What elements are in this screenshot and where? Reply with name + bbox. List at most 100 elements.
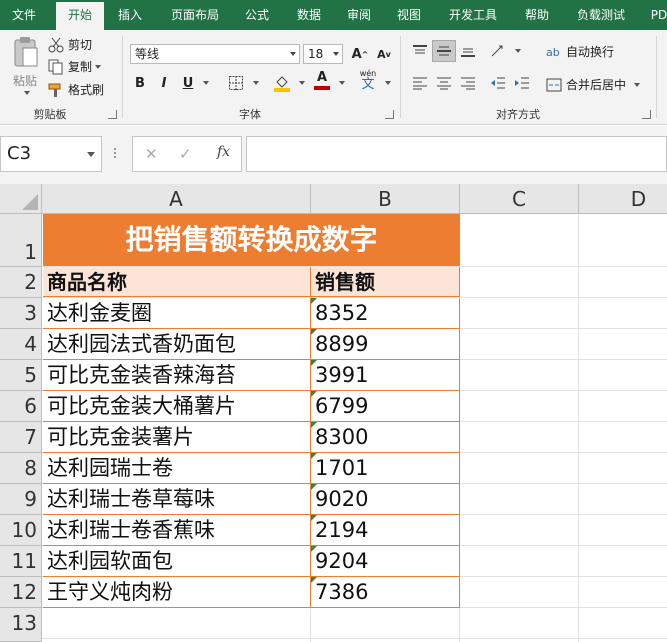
borders-button[interactable] <box>224 72 248 94</box>
chevron-down-icon[interactable] <box>385 81 391 85</box>
insert-function-icon[interactable]: fx <box>217 144 230 160</box>
chevron-down-icon[interactable] <box>95 64 102 69</box>
decrease-font-button[interactable]: Av <box>372 43 396 65</box>
row-header-5[interactable]: 5 <box>0 360 42 391</box>
row-header-3[interactable]: 3 <box>0 298 42 329</box>
phonetic-button[interactable]: wén 文 <box>356 68 380 91</box>
formula-bar-grip-icon[interactable] <box>114 146 118 162</box>
column-header-a[interactable]: A <box>42 184 311 214</box>
cell-name[interactable]: 达利园瑞士卷 <box>43 453 311 484</box>
tab-developer[interactable]: 开发工具 <box>440 0 506 30</box>
italic-button[interactable]: I <box>152 72 176 94</box>
row-header-12[interactable]: 12 <box>0 577 42 608</box>
cell-sales[interactable]: 2194 <box>311 515 460 546</box>
merge-center-label: 合并后居中 <box>566 78 627 92</box>
align-center-button[interactable] <box>432 72 456 94</box>
chevron-down-icon[interactable] <box>253 81 259 85</box>
row-header-2[interactable]: 2 <box>0 267 42 298</box>
merge-center-button[interactable]: 合并后居中 <box>546 76 641 93</box>
cell-name[interactable]: 达利瑞士卷香蕉味 <box>43 515 311 546</box>
tab-data[interactable]: 数据 <box>288 0 330 30</box>
cell-sales[interactable]: 8899 <box>311 329 460 360</box>
row-header-11[interactable]: 11 <box>0 546 42 577</box>
cell-sales[interactable]: 9204 <box>311 546 460 577</box>
row-header-1[interactable]: 1 <box>0 214 42 267</box>
align-top-button[interactable] <box>408 40 432 62</box>
font-size-select[interactable]: 18 <box>303 44 343 64</box>
cancel-icon[interactable]: ✕ <box>145 145 158 163</box>
copy-button[interactable]: 复制 <box>48 58 102 75</box>
select-all-button[interactable] <box>0 184 42 214</box>
row-header-4[interactable]: 4 <box>0 329 42 360</box>
align-middle-button[interactable] <box>432 40 456 62</box>
cell-name[interactable]: 可比克金装大桶薯片 <box>43 391 311 422</box>
column-header-b[interactable]: B <box>311 184 460 214</box>
clipboard-launcher-icon[interactable] <box>108 110 117 119</box>
tab-help[interactable]: 帮助 <box>516 0 558 30</box>
cell-name[interactable]: 达利金麦圈 <box>43 298 311 329</box>
fill-color-button[interactable] <box>270 72 294 94</box>
wrap-text-button[interactable]: ab 自动换行 <box>546 43 614 60</box>
cell-sales[interactable]: 6799 <box>311 391 460 422</box>
font-color-button[interactable]: A <box>310 70 334 92</box>
row-header-9[interactable]: 9 <box>0 484 42 515</box>
cell-sales[interactable]: 7386 <box>311 577 460 608</box>
row-header-6[interactable]: 6 <box>0 391 42 422</box>
row-header-7[interactable]: 7 <box>0 422 42 453</box>
cell-name[interactable]: 达利瑞士卷草莓味 <box>43 484 311 515</box>
sheet-title-cell[interactable]: 把销售额转换成数字 <box>43 214 460 266</box>
chevron-down-icon[interactable] <box>339 81 345 85</box>
decrease-indent-button[interactable] <box>486 72 510 94</box>
font-name-select[interactable]: 等线 <box>130 44 300 64</box>
cell-sales[interactable]: 8352 <box>311 298 460 329</box>
orientation-button[interactable] <box>486 40 510 62</box>
row-header-13[interactable]: 13 <box>0 608 42 642</box>
formula-input[interactable] <box>246 136 667 172</box>
increase-indent-button[interactable] <box>510 72 534 94</box>
tab-home[interactable]: 开始 <box>56 0 104 30</box>
header-cell-sales[interactable]: 销售额 <box>311 267 460 297</box>
name-box[interactable]: C3 <box>0 136 102 172</box>
align-bottom-button[interactable] <box>456 40 480 62</box>
chevron-down-icon[interactable] <box>203 81 209 85</box>
chevron-down-icon <box>290 52 296 56</box>
tab-review[interactable]: 审阅 <box>338 0 380 30</box>
chevron-down-icon[interactable] <box>299 81 305 85</box>
cell-sales[interactable]: 1701 <box>311 453 460 484</box>
cell-name[interactable]: 可比克金装薯片 <box>43 422 311 453</box>
alignment-launcher-icon[interactable] <box>642 110 651 119</box>
cell-sales[interactable]: 3991 <box>311 360 460 391</box>
header-cell-name[interactable]: 商品名称 <box>43 267 311 297</box>
font-group-label: 字体 <box>239 108 261 121</box>
chevron-down-icon[interactable] <box>515 49 521 53</box>
column-header-d[interactable]: D <box>579 184 667 214</box>
paste-button[interactable]: 粘贴 <box>8 36 42 95</box>
cell-name[interactable]: 达利园软面包 <box>43 546 311 577</box>
cell-name[interactable]: 可比克金装香辣海苔 <box>43 360 311 391</box>
tab-file[interactable]: 文件 <box>0 0 48 30</box>
row-header-10[interactable]: 10 <box>0 515 42 546</box>
tab-formulas[interactable]: 公式 <box>236 0 278 30</box>
chevron-down-icon[interactable] <box>23 91 30 95</box>
underline-button[interactable]: U <box>176 72 200 94</box>
tab-load-test[interactable]: 负载测试 <box>568 0 634 30</box>
cell-sales[interactable]: 9020 <box>311 484 460 515</box>
tab-pdf[interactable]: PD <box>644 0 667 30</box>
format-painter-button[interactable]: 格式刷 <box>48 81 104 98</box>
cell-name[interactable]: 王守义炖肉粉 <box>43 577 311 608</box>
cell-sales[interactable]: 8300 <box>311 422 460 453</box>
row-header-8[interactable]: 8 <box>0 453 42 484</box>
font-launcher-icon[interactable] <box>385 110 394 119</box>
increase-font-button[interactable]: A ^ <box>348 43 372 65</box>
align-left-button[interactable] <box>408 72 432 94</box>
bold-button[interactable]: B <box>128 72 152 94</box>
chevron-down-icon[interactable] <box>634 82 641 87</box>
tab-insert[interactable]: 插入 <box>108 0 152 30</box>
align-right-button[interactable] <box>456 72 480 94</box>
cell-name[interactable]: 达利园法式香奶面包 <box>43 329 311 360</box>
tab-page-layout[interactable]: 页面布局 <box>164 0 226 30</box>
column-header-c[interactable]: C <box>460 184 579 214</box>
tab-view[interactable]: 视图 <box>388 0 430 30</box>
enter-icon[interactable]: ✓ <box>179 145 192 163</box>
cut-button[interactable]: 剪切 <box>48 36 92 53</box>
